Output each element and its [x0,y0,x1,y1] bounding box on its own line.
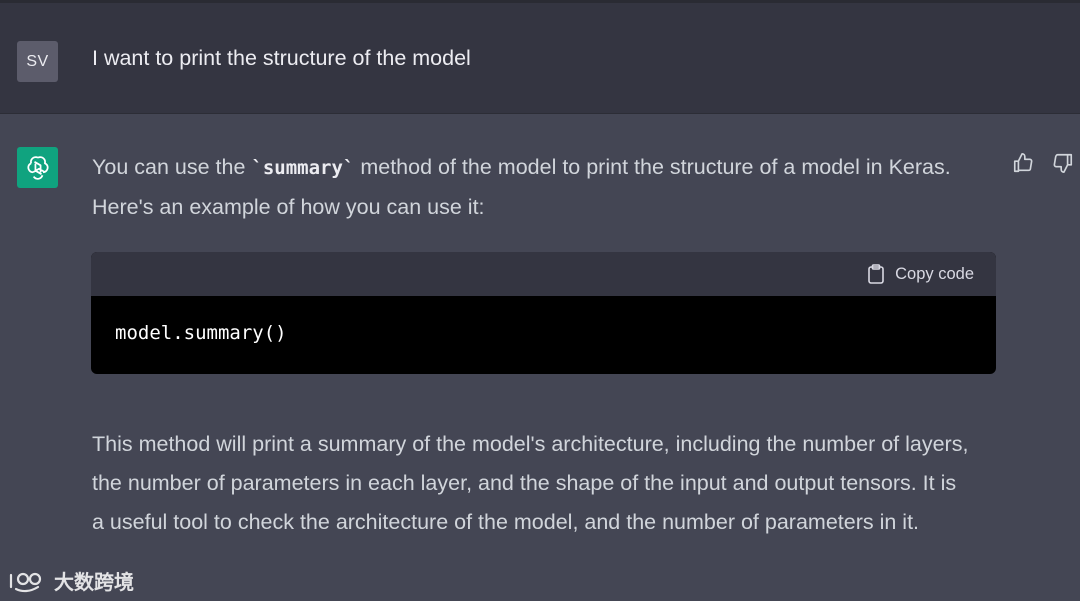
assistant-paragraph-2: This method will print a summary of the … [92,432,969,534]
code-content: model.summary() [115,322,287,344]
thumbs-down-button[interactable] [1051,151,1075,175]
user-message-row: SV I want to print the structure of the … [0,0,1080,114]
user-message-text: I want to print the structure of the mod… [92,46,471,70]
code-block: Copy code model.summary() [91,252,996,374]
copy-code-button[interactable]: Copy code [867,264,974,284]
para1-before: You can use the [92,155,252,179]
code-block-header: Copy code [91,252,996,296]
inline-code-summary: `summary` [251,157,355,179]
thumbs-up-icon [1013,153,1033,173]
assistant-message-row: You can use the `summary` method of the … [0,114,1080,601]
copy-code-label: Copy code [895,264,974,283]
thumbs-down-icon [1053,153,1073,173]
feedback-buttons [1011,151,1075,175]
assistant-avatar [17,147,58,188]
user-avatar: SV [17,41,58,82]
watermark: 大数跨境 [8,566,134,595]
openai-logo-icon [26,155,49,180]
watermark-text: 大数跨境 [54,572,134,594]
assistant-paragraph-1: You can use the `summary` method of the … [92,148,997,227]
watermark-logo-icon [9,572,42,592]
clipboard-icon [868,264,884,284]
thumbs-up-button[interactable] [1011,151,1035,175]
